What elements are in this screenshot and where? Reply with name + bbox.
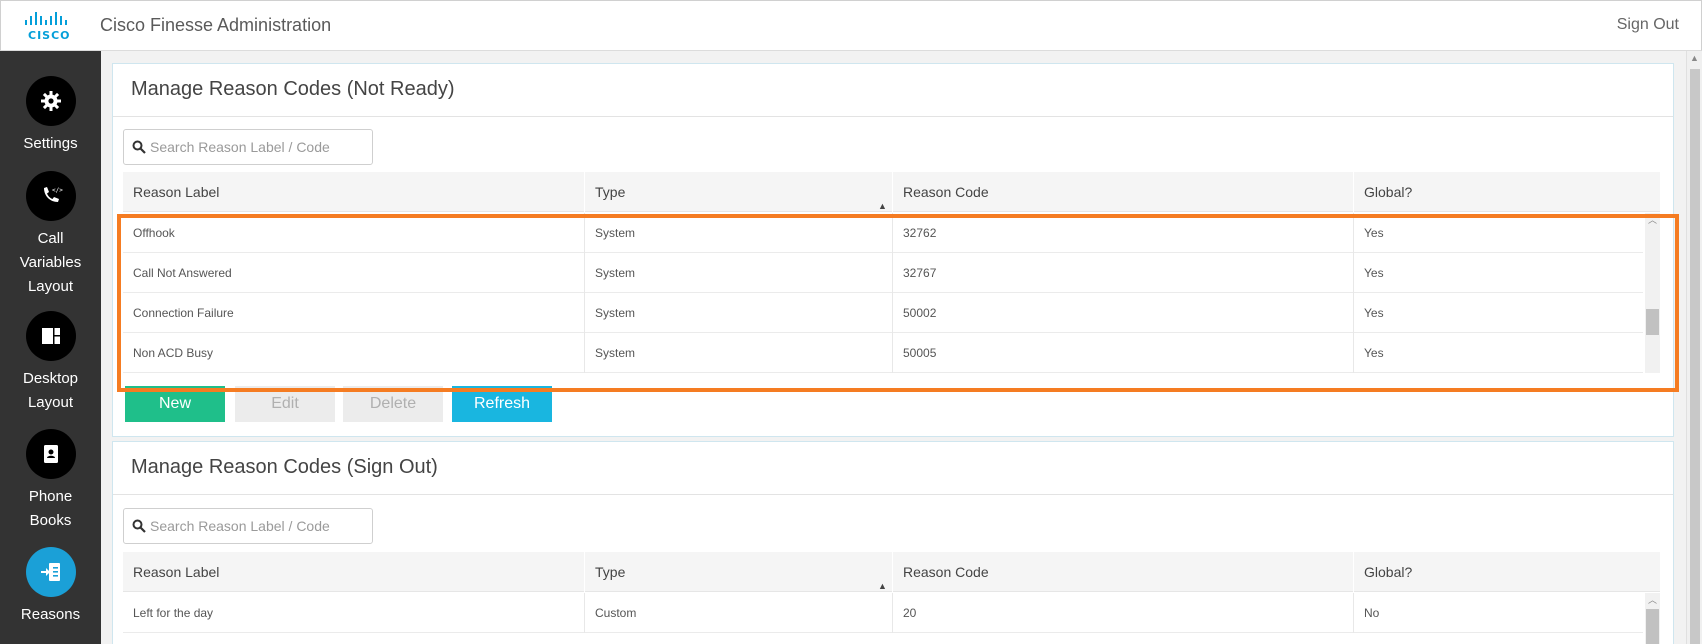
cell-global: Yes [1353, 253, 1643, 293]
table-row[interactable]: Connection Failure System 50002 Yes [123, 293, 1643, 333]
cell-reason-code: 32767 [892, 253, 1353, 293]
table-row[interactable]: Call Not Answered System 32767 Yes [123, 253, 1643, 293]
sidebar-item-call-variables-layout[interactable]: </> Call Variables Layout [0, 171, 101, 299]
cell-reason-code: 32762 [892, 213, 1353, 253]
search-input[interactable] [150, 131, 368, 163]
delete-button[interactable]: Delete [343, 386, 443, 422]
cell-reason-label: Offhook [133, 226, 175, 240]
scrollbar-thumb[interactable] [1646, 609, 1659, 644]
cell-reason-label: Non ACD Busy [133, 346, 214, 360]
scroll-up-icon[interactable]: ︿ [1648, 593, 1657, 606]
divider [113, 494, 1673, 495]
column-header-global[interactable]: Global? [1353, 172, 1660, 212]
scroll-up-icon[interactable]: ▲ [1690, 53, 1699, 63]
not-ready-panel: Manage Reason Codes (Not Ready) Reason L… [112, 63, 1674, 437]
sign-out-link[interactable]: Sign Out [1617, 16, 1679, 34]
table-row[interactable]: Offhook System 32762 Yes [123, 213, 1643, 253]
sidebar-item-label: Settings [23, 135, 78, 152]
cell-reason-code: 50005 [892, 333, 1353, 373]
cisco-logo: CISCO [23, 11, 81, 43]
sidebar-item-desktop-layout[interactable]: Desktop Layout [0, 311, 101, 415]
sidebar-item-settings[interactable]: Settings [0, 76, 101, 156]
scroll-up-icon[interactable]: ︿ [1648, 213, 1657, 226]
page-scrollbar[interactable]: ▲ [1686, 51, 1702, 644]
cell-global: Yes [1353, 293, 1643, 333]
search-icon [132, 519, 146, 533]
scrollbar-thumb[interactable] [1690, 69, 1700, 644]
sidebar-item-label: Phone Books [28, 488, 73, 529]
table-scrollbar[interactable]: ︿ [1645, 593, 1660, 644]
edit-button[interactable]: Edit [235, 386, 335, 422]
reason-codes-table-body: Offhook System 32762 Yes Call Not Answer… [123, 213, 1660, 373]
table-scrollbar[interactable]: ︿ [1645, 213, 1660, 373]
column-header-type[interactable]: Type ▲ [584, 172, 892, 212]
search-field[interactable] [123, 508, 373, 544]
table-header: Reason Label Type ▲ Reason Code Global? [123, 552, 1660, 592]
app-title: Cisco Finesse Administration [100, 15, 332, 35]
reason-codes-table-body: Left for the day Custom 20 No ︿ [123, 593, 1660, 644]
sidebar-item-label: Reasons [20, 606, 81, 623]
column-header-reason-label[interactable]: Reason Label [123, 172, 584, 212]
table-row[interactable]: Left for the day Custom 20 No [123, 593, 1643, 633]
column-header-global[interactable]: Global? [1353, 552, 1660, 592]
table-row[interactable]: Non ACD Busy System 50005 Yes [123, 333, 1643, 373]
sidebar-item-label: Desktop Layout [22, 370, 79, 411]
cell-reason-code: 50002 [892, 293, 1353, 333]
panel-title: Manage Reason Codes (Sign Out) [131, 456, 438, 478]
app-header: CISCO Cisco Finesse Administration Sign … [0, 0, 1702, 51]
cell-reason-code: 20 [892, 593, 1353, 633]
cell-reason-label: Call Not Answered [133, 266, 232, 280]
sidebar-item-phone-books[interactable]: Phone Books [0, 429, 101, 533]
cell-type: System [584, 333, 892, 373]
contact-book-icon [25, 429, 76, 479]
column-header-reason-label[interactable]: Reason Label [123, 552, 584, 592]
search-icon [132, 140, 146, 154]
cell-reason-label: Connection Failure [133, 306, 234, 320]
cell-type: System [584, 213, 892, 253]
new-button[interactable]: New [125, 386, 225, 422]
cell-type: System [584, 293, 892, 333]
cell-type: Custom [584, 593, 892, 633]
search-field[interactable] [123, 129, 373, 165]
svg-text:</>: </> [52, 187, 63, 194]
scrollbar-thumb[interactable] [1646, 309, 1659, 335]
gear-icon [25, 76, 76, 126]
column-header-type[interactable]: Type ▲ [584, 552, 892, 592]
sidebar-item-reasons[interactable]: Reasons [0, 547, 101, 627]
cell-global: Yes [1353, 333, 1643, 373]
divider [113, 116, 1673, 117]
search-input[interactable] [150, 510, 368, 542]
cell-type: System [584, 253, 892, 293]
refresh-button[interactable]: Refresh [452, 386, 552, 422]
cell-global: Yes [1353, 213, 1643, 253]
cell-reason-label: Left for the day [133, 606, 214, 620]
panel-title: Manage Reason Codes (Not Ready) [131, 78, 455, 100]
sign-out-panel: Manage Reason Codes (Sign Out) Reason La… [112, 441, 1674, 644]
dashboard-icon [25, 311, 76, 361]
phone-code-icon: </> [25, 171, 76, 221]
sidebar-item-label: Call Variables Layout [19, 230, 82, 295]
cell-global: No [1353, 593, 1643, 633]
sidebar-nav: Settings </> Call Variables Layout Deskt… [0, 51, 101, 644]
reasons-icon [25, 547, 76, 597]
logo-text: CISCO [28, 29, 71, 42]
table-header: Reason Label Type ▲ Reason Code Global? [123, 172, 1660, 212]
column-header-reason-code[interactable]: Reason Code [892, 552, 1353, 592]
column-header-reason-code[interactable]: Reason Code [892, 172, 1353, 212]
